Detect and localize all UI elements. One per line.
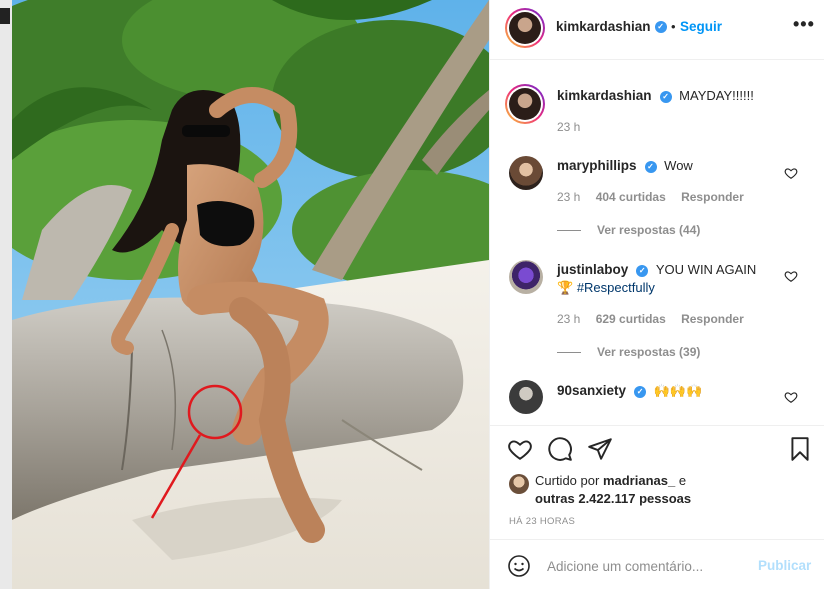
separator-dot: • — [671, 19, 676, 34]
comment-text: Wow — [664, 158, 693, 173]
post-timestamp[interactable]: HÁ 23 HORAS — [509, 516, 575, 527]
comment-username[interactable]: maryphillips — [557, 158, 637, 173]
post-side-panel: kimkardashian ✓ • Seguir ••• kimkardashia… — [489, 0, 824, 589]
backdrop-edge — [0, 8, 10, 24]
view-replies-button[interactable]: Ver respostas (39) — [557, 345, 700, 359]
beach-photo — [12, 0, 489, 589]
caption-meta: 23 h — [557, 120, 592, 134]
caption-text: MAYDAY!!!!!! — [679, 88, 754, 103]
likes-count[interactable]: outras 2.422.117 pessoas — [535, 491, 691, 506]
verified-badge-icon: ✓ — [654, 21, 667, 34]
liked-by-prefix: Curtido por — [535, 473, 600, 488]
author-username[interactable]: kimkardashian ✓ — [556, 19, 667, 34]
post-photo[interactable] — [12, 0, 489, 589]
author-avatar[interactable] — [505, 8, 545, 48]
save-bookmark-icon[interactable] — [787, 436, 813, 462]
share-send-icon[interactable] — [587, 436, 613, 462]
comment-likes[interactable]: 404 curtidas — [596, 190, 666, 204]
comment-avatar[interactable] — [509, 380, 543, 414]
liked-by-conj: e — [678, 473, 687, 488]
comment-likes[interactable]: 629 curtidas — [596, 312, 666, 326]
verified-badge-icon: ✓ — [634, 385, 647, 398]
post-actions: Curtido por madrianas_ e outras 2.422.11… — [490, 425, 824, 535]
comment-time[interactable]: 23 h — [557, 312, 580, 326]
caption-avatar[interactable] — [505, 84, 545, 124]
comment-avatar[interactable] — [509, 156, 543, 190]
comment: 90sanxiety ✓ 🙌🙌🙌 — [557, 382, 702, 400]
comment-username[interactable]: justinlaboy — [557, 262, 628, 277]
verified-badge-icon: ✓ — [644, 160, 657, 173]
caption-time[interactable]: 23 h — [557, 120, 580, 134]
comment-meta: 23 h 629 curtidas Responder — [557, 312, 756, 326]
liker-avatar[interactable] — [509, 474, 529, 494]
comment-text: YOU WIN AGAIN — [655, 262, 757, 277]
comment-text: 🙌🙌🙌 — [653, 383, 703, 398]
hashtag-link[interactable]: #Respectfully — [577, 280, 655, 295]
heart-icon[interactable] — [784, 166, 798, 180]
caption-username[interactable]: kimkardashian — [557, 88, 652, 103]
reply-button[interactable]: Responder — [681, 190, 744, 204]
comment-username[interactable]: 90sanxiety — [557, 383, 626, 398]
verified-badge-icon: ✓ — [659, 90, 672, 103]
follow-button[interactable]: Seguir — [680, 19, 722, 34]
comment: maryphillips ✓ Wow — [557, 157, 693, 175]
like-heart-icon[interactable] — [507, 436, 533, 462]
comment-meta: 23 h 404 curtidas Responder — [557, 190, 756, 204]
replies-dash — [557, 352, 581, 354]
liker-username[interactable]: madrianas_ — [603, 473, 675, 488]
reply-button[interactable]: Responder — [681, 312, 744, 326]
heart-icon[interactable] — [784, 390, 798, 404]
heart-icon[interactable] — [784, 269, 798, 283]
comment-avatar[interactable] — [509, 260, 543, 294]
view-replies-button[interactable]: Ver respostas (44) — [557, 223, 700, 237]
post-header: kimkardashian ✓ • Seguir ••• — [490, 0, 824, 60]
more-options-icon[interactable]: ••• — [793, 14, 815, 35]
comment-time[interactable]: 23 h — [557, 190, 580, 204]
verified-badge-icon: ✓ — [636, 264, 649, 277]
comment-input[interactable] — [547, 554, 747, 578]
caption: kimkardashian ✓ MAYDAY!!!!!! — [557, 87, 754, 105]
publish-button[interactable]: Publicar — [758, 558, 811, 573]
modal-backdrop[interactable] — [0, 0, 12, 589]
emoji-icon[interactable] — [507, 554, 531, 578]
comments-list[interactable]: kimkardashian ✓ MAYDAY!!!!!! 23 h maryphi… — [490, 60, 824, 425]
comment-bubble-icon[interactable] — [547, 436, 573, 462]
replies-dash — [557, 230, 581, 232]
add-comment-bar: Publicar — [490, 539, 824, 589]
trophy-emoji: 🏆 — [557, 280, 574, 295]
comment: justinlaboy ✓ YOU WIN AGAIN 🏆 #Respectful… — [557, 261, 787, 297]
